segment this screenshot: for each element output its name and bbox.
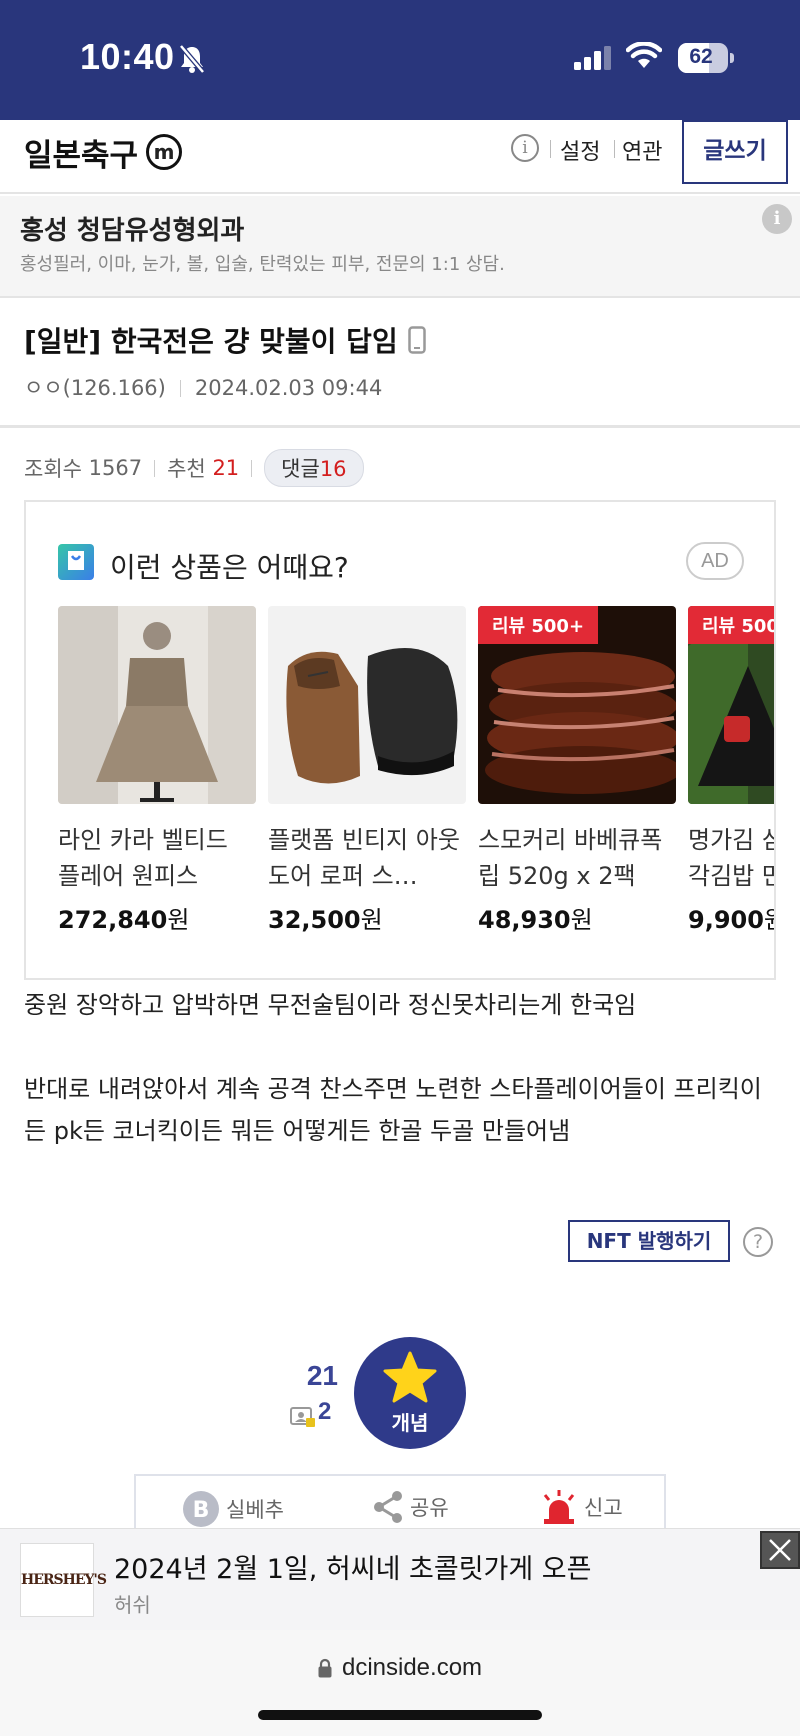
ad-subtitle: 홍성필러, 이마, 눈가, 볼, 입술, 탄력있는 피부, 전문의 1:1 상담…	[20, 254, 505, 275]
post-paragraph: 반대로 내려앉아서 계속 공격 찬스주면 노련한 스타플레이어들이 프리킥이든 …	[24, 1075, 762, 1145]
review-badge: 리뷰 500+	[478, 606, 599, 644]
bottom-ad-title: 2024년 2월 1일, 허씨네 초콜릿가게 오픈	[114, 1554, 592, 1585]
fixed-recommend-count: 2	[318, 1398, 332, 1425]
product-card[interactable]: 리뷰 500+ 명가김 삼각김밥 만들기 5 9,900원	[688, 606, 774, 935]
cellular-signal-icon	[574, 46, 611, 70]
ad-title: 홍성 청담유성형외과	[20, 216, 245, 246]
recommend-button-label: 개념	[391, 1411, 429, 1435]
close-ad-button[interactable]	[760, 1531, 800, 1569]
post-action-bar: B 실베추 공유 신고	[134, 1474, 666, 1530]
product-price: 48,930원	[478, 906, 593, 934]
product-price: 272,840원	[58, 906, 190, 934]
home-indicator	[258, 1710, 542, 1720]
product-price: 32,500원	[268, 906, 383, 934]
product-name: 라인 카라 벨티드 플레어 원피스	[58, 826, 228, 890]
minor-gallery-badge: m	[146, 134, 182, 170]
gallery-info-icon[interactable]: i	[511, 134, 539, 162]
review-badge: 리뷰 500+	[688, 606, 774, 644]
write-post-button[interactable]: 글쓰기	[682, 120, 788, 184]
clock: 10:40	[80, 36, 175, 77]
product-card[interactable]: 라인 카라 벨티드 플레어 원피스 272,840원	[58, 606, 256, 935]
recommend-button[interactable]: 개념	[354, 1337, 466, 1449]
report-button[interactable]: 신고	[540, 1490, 623, 1524]
post-paragraph: 중원 장악하고 압박하면 무전술팀이라 정신못차리는게 한국임	[24, 991, 637, 1019]
post-body: 중원 장악하고 압박하면 무전술팀이라 정신못차리는게 한국임 반대로 내려앉아…	[24, 984, 776, 1152]
product-image-ribs: 리뷰 500+	[478, 606, 676, 804]
svg-text:B: B	[193, 1498, 210, 1523]
bottom-ad-subtitle: 허쉬	[114, 1593, 151, 1617]
share-button[interactable]: 공유	[372, 1490, 449, 1524]
ad-label[interactable]: AD	[686, 542, 744, 580]
post-meta: ㅇㅇ(126.166) 2024.02.03 09:44	[24, 372, 382, 402]
product-card[interactable]: 플랫폼 빈티지 아웃도어 로퍼 스… 32,500원	[268, 606, 466, 935]
related-link[interactable]: 연관	[622, 134, 662, 166]
post-header: [일반] 한국전은 걍 맞불이 답임 ㅇㅇ(126.166) 2024.02.03…	[0, 300, 800, 428]
hersheys-logo: HERSHEY'S	[20, 1543, 107, 1617]
lock-icon	[318, 1658, 332, 1678]
browser-address-bar: dcinside.com	[0, 1630, 800, 1736]
nft-mint-button[interactable]: NFT 발행하기	[568, 1220, 730, 1262]
b-circle-icon: B	[183, 1491, 219, 1527]
ad-info-icon[interactable]: i	[762, 204, 792, 234]
battery-indicator: 62	[678, 43, 734, 73]
nft-help-icon[interactable]: ?	[743, 1227, 773, 1257]
shopping-bag-icon	[58, 544, 94, 580]
product-image-shoes	[268, 606, 466, 804]
post-date: 2024.02.03 09:44	[194, 376, 383, 400]
views-label: 조회수	[24, 457, 82, 481]
mobile-post-icon	[408, 326, 426, 354]
recommend-count: 21	[212, 456, 240, 480]
status-bar: 10:40 62	[0, 0, 800, 120]
comments-button[interactable]: 댓글16	[264, 449, 364, 487]
silbe-recommend-button[interactable]: B 실베추	[182, 1490, 284, 1528]
product-name: 명가김 삼각김밥 만들기 5	[688, 826, 774, 890]
gallery-header: 일본축구 m i 설정 연관 글쓰기	[0, 120, 800, 194]
bell-muted-icon	[179, 44, 205, 74]
product-name: 플랫폼 빈티지 아웃도어 로퍼 스…	[268, 826, 460, 890]
post-paragraph	[24, 1026, 776, 1068]
wifi-icon	[626, 42, 662, 68]
product-ad-title: 이런 상품은 어때요?	[110, 551, 349, 584]
fixed-user-icon	[290, 1407, 315, 1427]
settings-link[interactable]: 설정	[560, 134, 600, 166]
siren-icon	[543, 1490, 575, 1524]
product-image-seaweed: 리뷰 500+	[688, 606, 774, 804]
star-icon	[383, 1351, 437, 1403]
gallery-title[interactable]: 일본축구	[24, 130, 138, 175]
recommend-count-large: 21	[306, 1360, 338, 1391]
recommend-label: 추천	[167, 457, 206, 481]
product-price: 9,900원	[688, 906, 774, 934]
post-stats: 조회수 1567 추천 21 댓글16	[24, 449, 364, 487]
share-icon	[374, 1491, 402, 1523]
views-count: 1567	[88, 456, 143, 480]
post-title: [일반] 한국전은 걍 맞불이 답임	[24, 325, 398, 358]
close-icon	[769, 1539, 791, 1561]
product-name: 스모커리 바베큐폭립 520g x 2팩	[478, 826, 663, 890]
bottom-ad-banner[interactable]: HERSHEY'S 2024년 2월 1일, 허씨네 초콜릿가게 오픈 허쉬	[0, 1528, 800, 1630]
url-field[interactable]: dcinside.com	[0, 1654, 800, 1682]
product-image-dress	[58, 606, 256, 804]
product-card[interactable]: 리뷰 500+ 스모커리 바베큐폭립 520g x 2팩 48,930원	[478, 606, 676, 935]
post-author[interactable]: ㅇㅇ(126.166)	[24, 376, 166, 400]
product-recommendation-ad: 이런 상품은 어때요? AD 라인 카라 벨티드 플레어 원피스 272,840…	[24, 500, 776, 980]
top-ad-banner[interactable]: 홍성 청담유성형외과 홍성필러, 이마, 눈가, 볼, 입술, 탄력있는 피부,…	[0, 196, 800, 298]
